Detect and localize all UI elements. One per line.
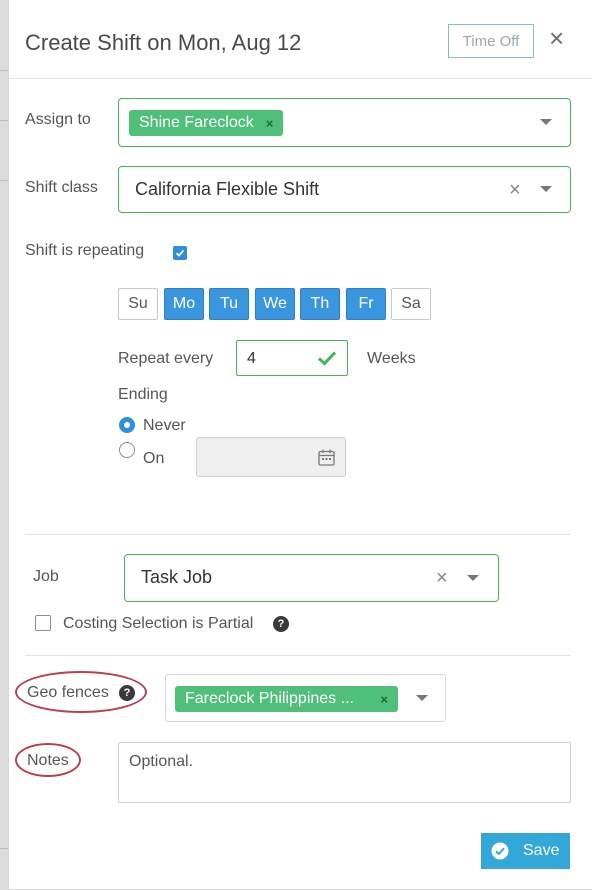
save-button[interactable]: Save [481, 833, 570, 869]
day-toggle-we[interactable]: We [255, 288, 295, 320]
clear-icon[interactable]: × [509, 180, 521, 200]
job-select[interactable]: Task Job × [124, 554, 499, 602]
costing-partial-checkbox[interactable] [35, 615, 51, 631]
section-divider [25, 534, 571, 535]
chevron-down-icon[interactable] [540, 186, 552, 192]
day-toggle-tu[interactable]: Tu [209, 288, 249, 320]
repeat-every-input[interactable]: 4 [236, 340, 348, 376]
end-date-input[interactable] [196, 437, 346, 477]
repeat-every-value: 4 [247, 350, 256, 367]
costing-partial-label: Costing Selection is Partial [63, 615, 254, 632]
modal-title: Create Shift on Mon, Aug 12 [25, 30, 302, 55]
ending-never-radio[interactable] [119, 417, 135, 433]
background-page-edge [0, 0, 8, 890]
assigned-employee-label: Shine Fareclock [139, 114, 254, 131]
day-toggle-fr[interactable]: Fr [346, 288, 386, 320]
shift-class-label: Shift class [25, 179, 98, 196]
save-button-label: Save [523, 842, 560, 859]
ending-on-label: On [143, 450, 165, 467]
shift-class-value: California Flexible Shift [135, 179, 320, 199]
shift-repeating-label: Shift is repeating [25, 242, 145, 259]
create-shift-modal: Create Shift on Mon, Aug 12 Time Off × A… [8, 0, 592, 890]
chevron-down-icon[interactable] [467, 575, 479, 581]
ending-label: Ending [118, 386, 168, 403]
chevron-down-icon[interactable] [416, 695, 428, 701]
header-divider [9, 78, 592, 79]
geo-fence-chip-label: Fareclock Philippines ... [185, 690, 354, 707]
shift-repeating-checkbox[interactable] [173, 246, 187, 260]
repeat-unit-label: Weeks [367, 350, 416, 367]
help-icon[interactable]: ? [273, 616, 289, 632]
ending-never-label: Never [143, 417, 186, 434]
ending-on-radio[interactable] [119, 442, 135, 458]
job-label: Job [33, 568, 59, 585]
day-toggle-sa[interactable]: Sa [391, 288, 431, 320]
day-toggle-th[interactable]: Th [300, 288, 340, 320]
geo-fences-label: Geo fences [27, 684, 109, 701]
chevron-down-icon[interactable] [540, 119, 552, 125]
geo-fences-select[interactable]: Fareclock Philippines ... × [165, 674, 446, 722]
geo-fence-chip: Fareclock Philippines ... × [175, 686, 398, 712]
notes-label: Notes [27, 752, 69, 769]
checkmark-icon [175, 249, 185, 257]
shift-class-select[interactable]: California Flexible Shift × [118, 166, 571, 213]
repeat-every-label: Repeat every [118, 350, 214, 367]
remove-chip-icon[interactable]: × [380, 692, 388, 707]
close-icon[interactable]: × [549, 24, 564, 52]
notes-placeholder: Optional. [129, 753, 194, 770]
help-icon[interactable]: ? [119, 685, 135, 701]
assign-to-select[interactable]: Shine Fareclock × [118, 98, 571, 147]
assign-to-label: Assign to [25, 111, 91, 128]
day-toggle-su[interactable]: Su [118, 288, 158, 320]
notes-textarea[interactable]: Optional. [118, 742, 571, 803]
day-toggle-mo[interactable]: Mo [164, 288, 204, 320]
clear-icon[interactable]: × [436, 568, 448, 588]
section-divider [25, 655, 571, 656]
job-value: Task Job [141, 567, 213, 587]
assigned-employee-chip: Shine Fareclock × [129, 110, 284, 136]
calendar-icon[interactable] [318, 449, 335, 466]
remove-chip-icon[interactable]: × [266, 116, 274, 131]
checkmark-icon [317, 351, 337, 366]
check-circle-icon [491, 842, 509, 860]
time-off-button[interactable]: Time Off [448, 24, 534, 58]
